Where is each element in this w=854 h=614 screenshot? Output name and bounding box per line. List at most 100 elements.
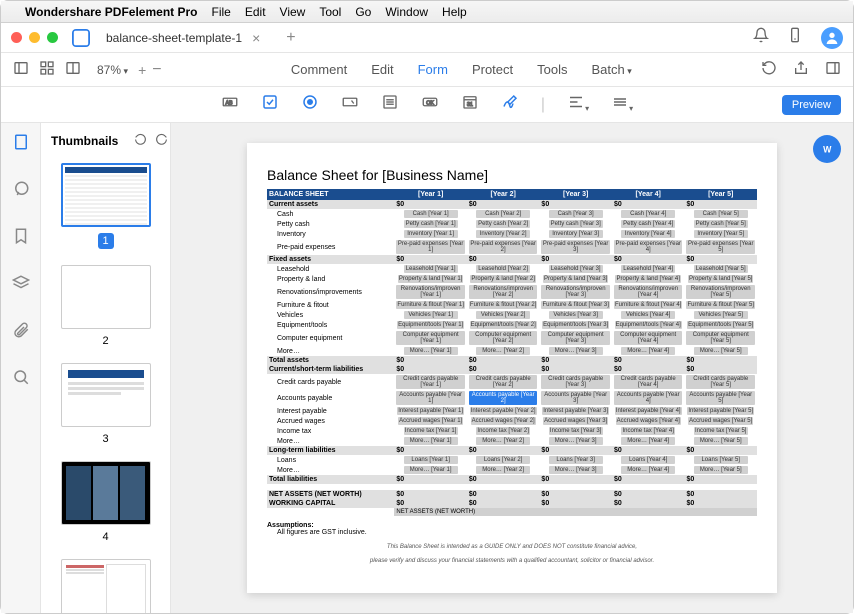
- form-field[interactable]: Furniture & fitout [Year 2]: [469, 301, 537, 309]
- form-field[interactable]: Cash [Year 5]: [694, 210, 748, 218]
- form-field[interactable]: Property & land [Year 4]: [615, 275, 680, 283]
- rotate-left-icon[interactable]: [134, 133, 147, 149]
- form-field[interactable]: Property & land [Year 2]: [470, 275, 535, 283]
- new-tab-button[interactable]: +: [286, 29, 295, 47]
- form-field[interactable]: Loans [Year 2]: [476, 456, 530, 464]
- form-field[interactable]: Inventory [Year 4]: [621, 230, 675, 238]
- form-field[interactable]: Loans [Year 4]: [621, 456, 675, 464]
- form-field[interactable]: Leasehold [Year 4]: [621, 265, 675, 273]
- tab-form[interactable]: Form: [418, 62, 448, 77]
- form-field[interactable]: Credit cards payable [Year 5]: [686, 375, 755, 389]
- form-field[interactable]: More… [Year 4]: [621, 347, 675, 355]
- form-field[interactable]: Accrued wages [Year 2]: [471, 417, 536, 425]
- attachments-rail-icon[interactable]: [12, 321, 30, 344]
- form-field[interactable]: Accounts payable [Year 2]: [469, 391, 538, 405]
- document-canvas[interactable]: W Balance Sheet for [Business Name] BALA…: [171, 123, 853, 613]
- form-field[interactable]: More… [Year 1]: [404, 437, 458, 445]
- form-field[interactable]: Pre-paid expenses [Year 4]: [614, 240, 683, 254]
- form-field[interactable]: Cash [Year 2]: [476, 210, 530, 218]
- form-field[interactable]: Income tax [Year 2]: [476, 427, 530, 435]
- form-field[interactable]: More… [Year 1]: [404, 466, 458, 474]
- more-tool-icon[interactable]: ▾: [611, 93, 633, 116]
- form-field[interactable]: Interest payable [Year 4]: [615, 407, 682, 415]
- notifications-icon[interactable]: [753, 27, 769, 48]
- comments-rail-icon[interactable]: [12, 180, 30, 203]
- zoom-in-button[interactable]: +: [138, 62, 146, 78]
- word-export-button[interactable]: W: [813, 135, 841, 163]
- radio-tool-icon[interactable]: [301, 93, 319, 116]
- form-field[interactable]: Loans [Year 3]: [549, 456, 603, 464]
- form-field[interactable]: Accounts payable [Year 5]: [686, 391, 755, 405]
- form-field[interactable]: Equipment/tools [Year 1]: [397, 321, 464, 329]
- form-field[interactable]: More… [Year 2]: [476, 347, 530, 355]
- go-menu[interactable]: Go: [355, 5, 371, 19]
- rotate-right-icon[interactable]: [155, 133, 168, 149]
- form-field[interactable]: Computer equipment [Year 3]: [541, 331, 610, 345]
- form-field[interactable]: Computer equipment [Year 5]: [686, 331, 755, 345]
- sidebar-toggle-icon[interactable]: [13, 60, 29, 79]
- form-field[interactable]: Vehicles [Year 4]: [621, 311, 675, 319]
- form-field[interactable]: Interest payable [Year 2]: [470, 407, 537, 415]
- zoom-control[interactable]: 87% + −: [97, 61, 162, 79]
- layers-rail-icon[interactable]: [12, 274, 30, 297]
- form-field[interactable]: Cash [Year 1]: [404, 210, 458, 218]
- text-field-tool-icon[interactable]: AB: [221, 93, 239, 116]
- grid-view-icon[interactable]: [39, 60, 55, 79]
- tab-edit[interactable]: Edit: [371, 62, 393, 77]
- form-field[interactable]: Petty cash [Year 1]: [404, 220, 458, 228]
- form-field[interactable]: More… [Year 3]: [549, 437, 603, 445]
- minimize-window-button[interactable]: [29, 32, 40, 43]
- date-tool-icon[interactable]: 31: [461, 93, 479, 116]
- form-field[interactable]: Equipment/tools [Year 3]: [542, 321, 609, 329]
- thumbnail-2[interactable]: [61, 265, 151, 329]
- form-field[interactable]: Equipment/tools [Year 2]: [470, 321, 537, 329]
- form-field[interactable]: Cash [Year 3]: [549, 210, 603, 218]
- tab-protect[interactable]: Protect: [472, 62, 513, 77]
- form-field[interactable]: Furniture & fitout [Year 3]: [541, 301, 609, 309]
- zoom-value[interactable]: 87%: [97, 63, 128, 77]
- close-window-button[interactable]: [11, 32, 22, 43]
- thumbnail-4[interactable]: [61, 461, 151, 525]
- app-menu[interactable]: Wondershare PDFelement Pro: [25, 5, 198, 19]
- preview-button[interactable]: Preview: [782, 95, 841, 115]
- form-field[interactable]: Vehicles [Year 2]: [476, 311, 530, 319]
- form-field[interactable]: Equipment/tools [Year 5]: [687, 321, 754, 329]
- form-field[interactable]: Furniture & fitout [Year 5]: [686, 301, 754, 309]
- form-field[interactable]: Renovations/improven [Year 1]: [396, 285, 465, 299]
- thumbnails-rail-icon[interactable]: [12, 133, 30, 156]
- form-field[interactable]: Cash [Year 4]: [621, 210, 675, 218]
- form-field[interactable]: More… [Year 3]: [549, 347, 603, 355]
- form-field[interactable]: More… [Year 5]: [694, 437, 748, 445]
- form-field[interactable]: Pre-paid expenses [Year 5]: [686, 240, 755, 254]
- form-field[interactable]: Property & land [Year 3]: [543, 275, 608, 283]
- form-field[interactable]: Leasehold [Year 1]: [404, 265, 458, 273]
- form-field[interactable]: Accounts payable [Year 1]: [396, 391, 465, 405]
- file-menu[interactable]: File: [212, 5, 231, 19]
- checkbox-tool-icon[interactable]: [261, 93, 279, 116]
- form-field[interactable]: Pre-paid expenses [Year 3]: [541, 240, 610, 254]
- form-field[interactable]: More… [Year 2]: [476, 466, 530, 474]
- form-field[interactable]: Income tax [Year 3]: [549, 427, 603, 435]
- form-field[interactable]: Accounts payable [Year 3]: [541, 391, 610, 405]
- reader-view-icon[interactable]: [65, 60, 81, 79]
- signature-tool-icon[interactable]: [501, 93, 519, 116]
- form-field[interactable]: Renovations/improven [Year 5]: [686, 285, 755, 299]
- mobile-icon[interactable]: [787, 27, 803, 48]
- form-field[interactable]: Equipment/tools [Year 4]: [615, 321, 682, 329]
- form-field[interactable]: Loans [Year 5]: [694, 456, 748, 464]
- form-field[interactable]: Accrued wages [Year 5]: [688, 417, 753, 425]
- form-field[interactable]: Renovations/improven [Year 3]: [541, 285, 610, 299]
- form-field[interactable]: Vehicles [Year 5]: [694, 311, 748, 319]
- form-field[interactable]: Pre-paid expenses [Year 2]: [469, 240, 538, 254]
- thumbnail-3[interactable]: [61, 363, 151, 427]
- document-tab[interactable]: balance-sheet-template-1 ×: [98, 30, 268, 46]
- form-field[interactable]: Computer equipment [Year 4]: [614, 331, 683, 345]
- window-menu[interactable]: Window: [385, 5, 428, 19]
- form-field[interactable]: Accrued wages [Year 1]: [398, 417, 463, 425]
- listbox-tool-icon[interactable]: [381, 93, 399, 116]
- form-field[interactable]: Furniture & fitout [Year 4]: [614, 301, 682, 309]
- tab-comment[interactable]: Comment: [291, 62, 347, 77]
- form-field[interactable]: More… [Year 3]: [549, 466, 603, 474]
- form-field[interactable]: More… [Year 2]: [476, 437, 530, 445]
- help-menu[interactable]: Help: [442, 5, 467, 19]
